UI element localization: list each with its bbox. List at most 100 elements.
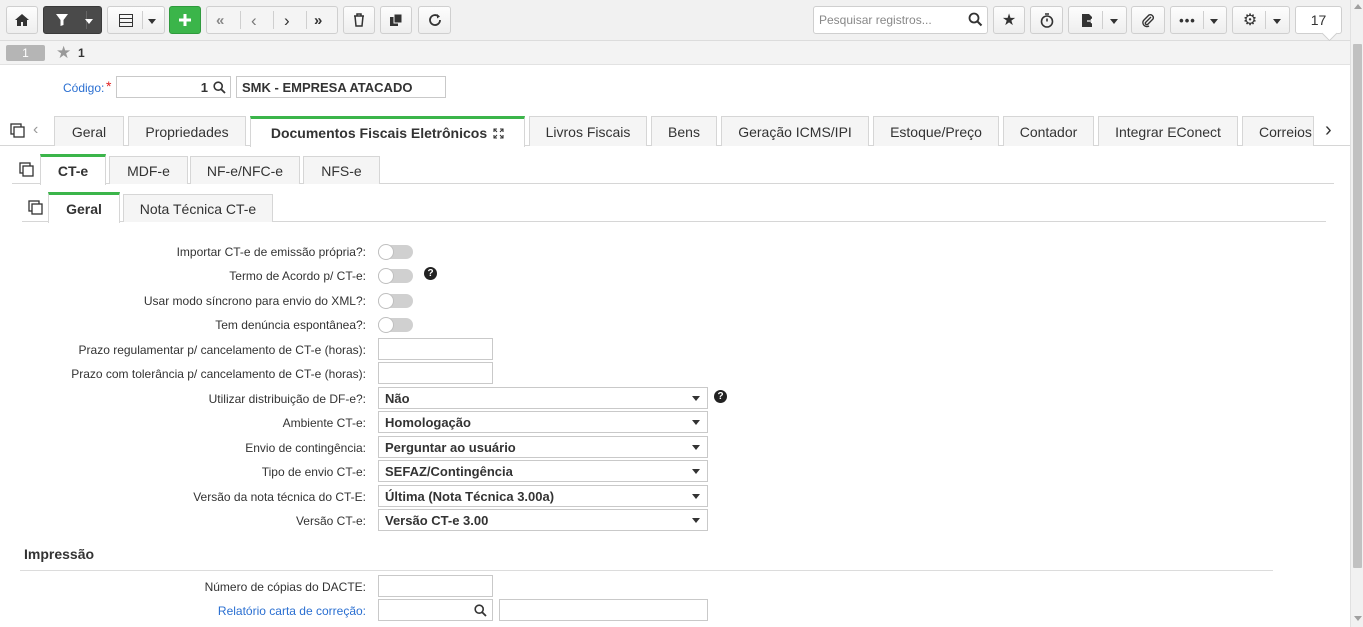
search-input[interactable]	[814, 7, 964, 33]
versao-cte-select[interactable]: Versão CT-e 3.00	[378, 509, 708, 531]
tab-cte-geral[interactable]: Geral	[48, 192, 120, 223]
help-icon[interactable]: ?	[424, 267, 437, 280]
favorite-button[interactable]: ★	[993, 6, 1025, 34]
stopwatch-icon	[1040, 12, 1053, 28]
copy-record-button[interactable]	[380, 6, 412, 34]
refresh-icon	[428, 14, 441, 26]
relatorio-carta-input[interactable]	[378, 599, 493, 621]
section-divider	[20, 570, 1273, 571]
paperclip-icon	[1142, 13, 1154, 27]
codigo-label: Código:	[63, 81, 105, 95]
more-actions-button[interactable]: •••	[1170, 6, 1227, 34]
tipo-envio-select[interactable]: SEFAZ/Contingência	[378, 460, 708, 482]
chevron-down-icon[interactable]	[148, 19, 156, 24]
tab-documentos-fiscais[interactable]: Documentos Fiscais Eletrônicos	[250, 116, 525, 147]
select-value: Última (Nota Técnica 3.00a)	[385, 489, 555, 504]
vertical-scrollbar[interactable]	[1350, 0, 1363, 627]
scroll-up-icon[interactable]	[1354, 4, 1362, 9]
codigo-input[interactable]: 1	[116, 76, 231, 98]
chevron-left-icon[interactable]: ‹	[33, 121, 38, 139]
tab-contador[interactable]: Contador	[1003, 116, 1094, 146]
numero-copias-input[interactable]	[378, 575, 493, 597]
home-button[interactable]	[6, 6, 38, 34]
star-icon: ★	[1001, 12, 1017, 29]
tab-estoque-preco[interactable]: Estoque/Preço	[873, 116, 999, 146]
duplicate-icon[interactable]	[28, 200, 43, 215]
chevron-down-icon	[692, 445, 700, 450]
chevron-down-icon	[692, 420, 700, 425]
chevron-right-icon[interactable]: ›	[1325, 119, 1332, 142]
termo-acordo-toggle[interactable]	[378, 268, 413, 284]
next-record-icon[interactable]: ›	[284, 11, 290, 31]
prazo-regulamentar-input[interactable]	[378, 338, 493, 360]
versao-nota-tecnica-select[interactable]: Última (Nota Técnica 3.00a)	[378, 485, 708, 507]
record-tab[interactable]: 1	[6, 45, 45, 61]
search-icon[interactable]	[213, 81, 226, 94]
envio-contingencia-select[interactable]: Perguntar ao usuário	[378, 436, 708, 458]
tab-nfe-nfce[interactable]: NF-e/NFC-e	[190, 156, 300, 184]
tab-cte[interactable]: CT-e	[40, 154, 106, 185]
search-icon[interactable]	[968, 12, 983, 27]
help-icon[interactable]: ?	[714, 390, 727, 403]
impressao-section-title: Impressão	[24, 546, 95, 562]
duplicate-icon[interactable]	[19, 162, 34, 177]
importar-cte-label: Importar CT-e de emissão própria?:	[176, 245, 366, 259]
duplicate-icon[interactable]	[10, 123, 25, 138]
search-icon[interactable]	[474, 604, 487, 617]
chevron-down-icon[interactable]	[1273, 19, 1281, 24]
filter-button[interactable]	[43, 6, 102, 34]
select-value: Versão CT-e 3.00	[385, 513, 489, 528]
tab-nfse[interactable]: NFS-e	[303, 156, 380, 184]
export-button[interactable]	[1068, 6, 1127, 34]
prazo-tolerancia-input[interactable]	[378, 362, 493, 384]
modo-sincrono-toggle[interactable]	[378, 293, 413, 309]
chevron-down-icon	[692, 494, 700, 499]
tab-mdfe[interactable]: MDF-e	[109, 156, 188, 184]
chevron-down-icon	[692, 469, 700, 474]
sub2-tabs: Geral Nota Técnica CT-e	[22, 192, 1326, 223]
tipo-envio-label: Tipo de envio CT-e:	[261, 465, 366, 479]
add-button[interactable]	[169, 6, 201, 34]
select-value: Perguntar ao usuário	[385, 440, 516, 455]
timer-button[interactable]	[1030, 6, 1063, 34]
tab-correios[interactable]: Correios	[1242, 116, 1314, 146]
versao-nota-tecnica-label: Versão da nota técnica do CT-E:	[193, 490, 366, 504]
chevron-down-icon[interactable]	[85, 19, 93, 24]
modo-sincrono-label: Usar modo síncrono para envio do XML?:	[143, 294, 366, 308]
chevron-down-icon	[692, 518, 700, 523]
relatorio-carta-label[interactable]: Relatório carta de correção:	[218, 604, 366, 618]
scroll-down-icon[interactable]	[1354, 616, 1362, 621]
codigo-value: 1	[200, 80, 208, 95]
chevron-down-icon[interactable]	[1210, 19, 1218, 24]
toolbar: « ‹ › » ★ ••• ⚙ 17	[0, 0, 1350, 41]
tab-propriedades[interactable]: Propriedades	[128, 116, 246, 146]
first-record-icon[interactable]: «	[216, 12, 224, 29]
record-count[interactable]: 17	[1295, 6, 1342, 34]
expand-icon[interactable]	[493, 127, 504, 139]
numero-copias-label: Número de cópias do DACTE:	[204, 580, 366, 594]
tab-geracao-icms-ipi[interactable]: Geração ICMS/IPI	[721, 116, 869, 146]
versao-cte-label: Versão CT-e:	[295, 514, 366, 528]
star-icon[interactable]: ★	[56, 44, 71, 61]
tab-nota-tecnica-cte[interactable]: Nota Técnica CT-e	[123, 194, 273, 222]
envio-contingencia-label: Envio de contingência:	[245, 441, 366, 455]
scrollbar-thumb[interactable]	[1353, 44, 1362, 568]
tab-livros-fiscais[interactable]: Livros Fiscais	[529, 116, 647, 146]
distribuicao-dfe-select[interactable]: Não	[378, 387, 708, 409]
tab-geral[interactable]: Geral	[54, 116, 124, 146]
denuncia-toggle[interactable]	[378, 317, 413, 333]
last-record-icon[interactable]: »	[314, 12, 322, 29]
tab-bens[interactable]: Bens	[651, 116, 717, 146]
previous-record-icon[interactable]: ‹	[251, 11, 257, 31]
ambiente-cte-select[interactable]: Homologação	[378, 411, 708, 433]
attachment-button[interactable]	[1131, 6, 1165, 34]
settings-button[interactable]: ⚙	[1232, 6, 1290, 34]
importar-cte-toggle[interactable]	[378, 244, 413, 260]
prazo-tolerancia-label: Prazo com tolerância p/ cancelamento de …	[71, 367, 366, 381]
delete-button[interactable]	[343, 6, 375, 34]
view-grid-button[interactable]	[107, 6, 165, 34]
tab-integrar-econect[interactable]: Integrar EConect	[1098, 116, 1238, 146]
chevron-down-icon[interactable]	[1110, 19, 1118, 24]
record-id: 1	[78, 46, 85, 60]
refresh-button[interactable]	[418, 6, 451, 34]
